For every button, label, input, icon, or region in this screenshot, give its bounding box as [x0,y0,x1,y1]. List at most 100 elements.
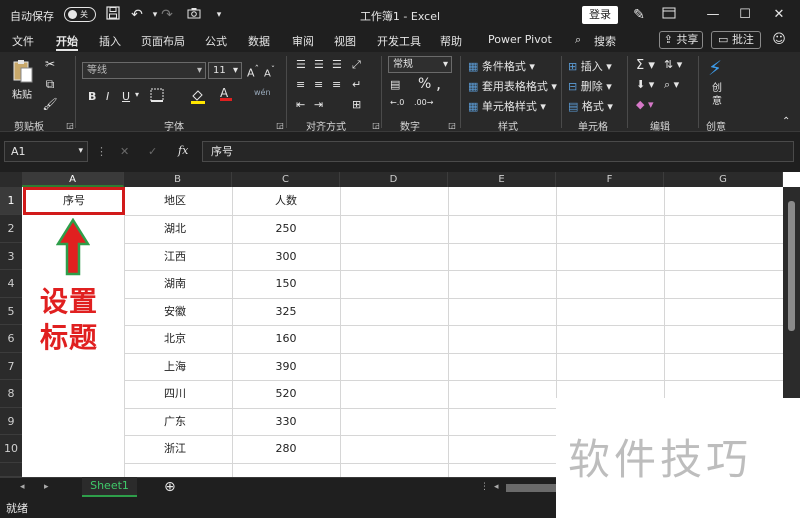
cell-count[interactable]: 160 [232,325,340,353]
row-header-9[interactable]: 9 [0,408,22,435]
merge-center-icon[interactable]: ⊞ [352,98,361,111]
delete-cells-button[interactable]: ⊟ 删除 ▾ [568,78,612,94]
insert-function-icon[interactable]: fx [178,144,188,157]
formula-input[interactable]: 序号 [202,141,794,162]
currency-icon[interactable]: ▤ [390,78,400,91]
sort-filter-icon[interactable]: ⇅ ▾ [664,58,682,71]
align-top-icon[interactable]: ☰ [296,58,306,71]
align-right-icon[interactable]: ≡ [332,78,341,91]
cell-region[interactable]: 广东 [124,408,232,435]
tab-formulas[interactable]: 公式 [205,33,227,49]
customize-qat-icon[interactable]: ▾ [210,6,228,24]
comma-style-icon[interactable]: , [436,74,441,93]
horizontal-scrollbar-thumb[interactable] [506,484,560,492]
italic-icon[interactable]: I [106,90,109,103]
feedback-smile-icon[interactable]: ☺ [770,31,788,49]
format-cells-button[interactable]: ▤ 格式 ▾ [568,98,613,114]
create-label[interactable]: 创 意 [712,82,722,108]
find-select-icon[interactable]: ⌕ ▾ [664,78,679,92]
cell-count[interactable]: 250 [232,215,340,243]
sheet-tab-sheet1[interactable]: Sheet1 [82,477,137,497]
cell-region[interactable]: 上海 [124,353,232,380]
cell-region[interactable]: 浙江 [124,435,232,463]
decrease-indent-icon[interactable]: ⇤ [296,98,305,111]
tab-help[interactable]: 帮助 [440,33,462,49]
row-header-10[interactable]: 10 [0,435,22,463]
increase-decimal-icon[interactable]: ←.0 [390,98,404,107]
minimize-icon[interactable]: — [700,4,726,26]
orientation-icon[interactable]: ⤢ [352,58,361,72]
collapse-ribbon-icon[interactable]: ⌃ [782,116,790,127]
increase-font-icon[interactable]: Aˆ [247,64,259,80]
insert-cells-button[interactable]: ⊞ 插入 ▾ [568,58,612,74]
tab-review[interactable]: 审阅 [292,33,314,49]
scroll-right-icon[interactable]: ▸ [44,482,49,492]
row-header-11[interactable] [0,463,22,477]
row-header-6[interactable]: 6 [0,325,22,353]
close-icon[interactable]: ✕ [766,4,792,26]
select-all-corner[interactable] [0,172,22,187]
align-middle-icon[interactable]: ☰ [314,58,324,71]
row-header-4[interactable]: 4 [0,270,22,298]
format-painter-icon[interactable]: 🖌 [42,96,58,112]
maximize-icon[interactable]: ☐ [732,4,758,26]
cancel-entry-icon[interactable]: ✕ [120,145,129,158]
share-button[interactable]: ⇪ 共享 [659,31,703,49]
paste-label[interactable]: 粘贴 [12,86,32,101]
hscroll-left-icon[interactable]: ◂ [494,482,499,492]
tab-file[interactable]: 文件 [12,33,34,49]
row-header-5[interactable]: 5 [0,298,22,325]
cell-region[interactable]: 江西 [124,243,232,270]
tab-developer[interactable]: 开发工具 [377,33,421,49]
tab-search[interactable]: 搜索 [594,33,616,49]
paste-icon[interactable] [12,58,34,87]
tab-insert[interactable]: 插入 [99,33,121,49]
selected-cell-a1[interactable]: 序号 [23,187,125,215]
column-header-d[interactable]: D [340,172,448,187]
align-center-icon[interactable]: ≡ [314,78,323,91]
column-header-e[interactable]: E [448,172,556,187]
cell-count[interactable]: 150 [232,270,340,298]
name-box[interactable]: A1 ▾ [4,141,88,162]
fill-icon[interactable]: ⬇ ▾ [636,78,654,91]
cell-count[interactable]: 300 [232,243,340,270]
camera-icon[interactable] [185,6,203,24]
decrease-decimal-icon[interactable]: .00→ [414,98,433,107]
align-left-icon[interactable]: ≡ [296,78,305,91]
font-name-box[interactable]: 等线 ▾ [82,62,206,79]
increase-indent-icon[interactable]: ⇥ [314,98,323,111]
cell-region[interactable]: 安徽 [124,298,232,325]
font-size-box[interactable]: 11 ▾ [208,62,242,79]
cell-region[interactable]: 四川 [124,380,232,408]
scrollbar-thumb[interactable] [788,201,795,331]
save-icon[interactable] [104,6,122,24]
autosum-icon[interactable]: Σ ▾ [636,58,655,73]
percent-icon[interactable]: % [418,76,431,92]
number-launcher-icon[interactable]: ◲ [444,118,460,134]
conditional-formatting-button[interactable]: ▦ 条件格式 ▾ [468,58,535,74]
row-header-3[interactable]: 3 [0,243,22,270]
cut-icon[interactable]: ✂ [42,56,58,72]
more-sheets-icon[interactable]: ⋮ [480,482,489,492]
number-format-box[interactable]: 常规 ▾ [388,56,452,73]
format-as-table-button[interactable]: ▦ 套用表格格式 ▾ [468,78,557,94]
pen-icon[interactable]: ✎ [630,6,648,24]
phonetic-icon[interactable]: wén [254,88,271,97]
clear-icon[interactable]: ◆ ▾ [636,98,653,111]
tab-view[interactable]: 视图 [334,33,356,49]
tab-data[interactable]: 数据 [248,33,270,49]
column-header-a[interactable]: A [22,172,124,187]
column-header-b[interactable]: B [124,172,232,187]
comments-button[interactable]: ▭ 批注 [711,31,761,49]
wrap-text-icon[interactable]: ↵ [352,78,361,91]
decrease-font-icon[interactable]: Aˇ [264,64,275,79]
row-header-7[interactable]: 7 [0,353,22,380]
column-header-f[interactable]: F [556,172,664,187]
add-sheet-icon[interactable]: ⊕ [164,479,176,495]
cell-count[interactable]: 520 [232,380,340,408]
search-icon[interactable]: ⌕ [575,33,581,47]
column-header-g[interactable]: G [664,172,783,187]
cell-b1[interactable]: 地区 [124,187,232,215]
underline-dropdown-icon[interactable]: ▾ [135,90,139,99]
row-header-8[interactable]: 8 [0,380,22,408]
